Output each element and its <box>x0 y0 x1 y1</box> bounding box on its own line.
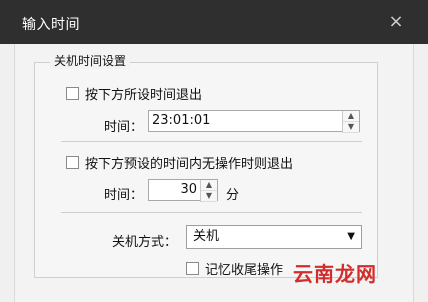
checkbox-exit-when-idle[interactable] <box>66 156 79 169</box>
time-label-2: 时间： <box>104 188 144 203</box>
shutdown-mode-select[interactable]: 关机 ▼ <box>186 225 362 249</box>
minutes-input[interactable]: 30 ▲ ▼ <box>148 179 218 202</box>
group-legend: 关机时间设置 <box>50 52 131 69</box>
minutes-input-value: 30 <box>180 182 197 197</box>
watermark: 云南龙网 <box>293 262 377 286</box>
spinner-down-icon[interactable]: ▼ <box>201 191 217 202</box>
spinner-up-icon[interactable]: ▲ <box>201 180 217 191</box>
separator-2 <box>61 212 362 213</box>
option-exit-at-time[interactable]: 按下方所设时间退出 <box>66 84 202 103</box>
option-exit-when-idle-label: 按下方预设的时间内无操作时则退出 <box>85 157 294 172</box>
shutdown-mode-value: 关机 <box>193 229 220 244</box>
checkbox-remember[interactable] <box>186 262 199 275</box>
shutdown-mode-label: 关机方式： <box>112 235 178 250</box>
remember-option[interactable]: 记忆收尾操作 <box>186 259 283 278</box>
close-icon[interactable]: × <box>384 10 408 34</box>
spinner-down-icon[interactable]: ▼ <box>343 122 359 133</box>
remember-label: 记忆收尾操作 <box>205 263 284 278</box>
option-exit-when-idle[interactable]: 按下方预设的时间内无操作时则退出 <box>66 153 293 172</box>
time-input[interactable]: 23:01:01 ▲ ▼ <box>148 110 360 133</box>
spinner-up-icon[interactable]: ▲ <box>343 111 359 122</box>
title-bar: 输入时间 × <box>0 0 428 44</box>
time-spinner[interactable]: ▲ ▼ <box>342 111 359 133</box>
time-input-value: 23:01:01 <box>152 113 211 128</box>
checkbox-exit-at-time[interactable] <box>66 87 79 100</box>
time-label-1: 时间： <box>104 120 144 135</box>
minutes-unit: 分 <box>226 188 240 203</box>
chevron-down-icon[interactable]: ▼ <box>347 226 355 248</box>
option-exit-at-time-label: 按下方所设时间退出 <box>85 88 203 103</box>
window-title: 输入时间 <box>22 17 80 33</box>
minutes-spinner[interactable]: ▲ ▼ <box>200 180 217 202</box>
separator-1 <box>61 141 362 142</box>
